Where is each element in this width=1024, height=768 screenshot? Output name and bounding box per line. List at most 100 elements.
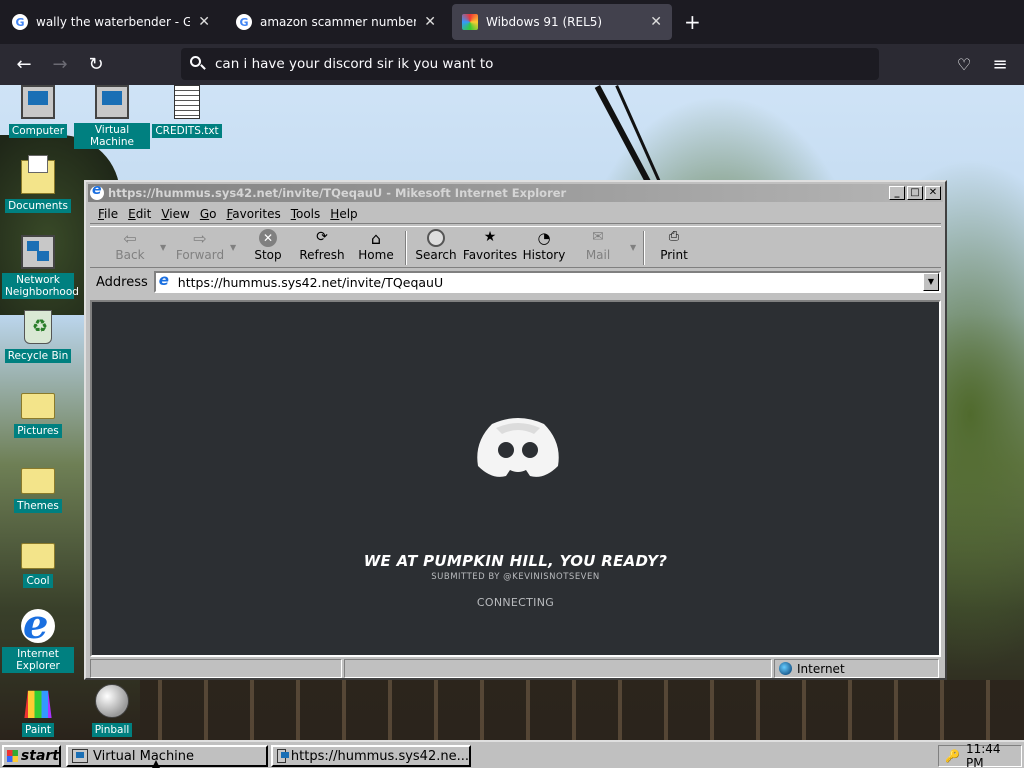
home-label: Home: [358, 248, 394, 262]
close-button[interactable]: ✕: [925, 186, 941, 200]
menu-icon[interactable]: ≡: [987, 52, 1013, 78]
connecting-status: CONNECTING: [476, 596, 555, 609]
desktop-icon-pictures[interactable]: Pictures: [0, 385, 76, 438]
key-icon: 🔑: [945, 749, 960, 763]
mail-button[interactable]: ✉ Mail: [568, 229, 628, 262]
desktop: Computer Virtual Machine CREDITS.txt Doc…: [0, 85, 1024, 740]
taskbar-item-ie[interactable]: https://hummus.sys42.ne...: [271, 745, 471, 767]
favorites-icon: ★: [483, 229, 497, 245]
zone-label: Internet: [797, 661, 845, 676]
new-tab-button[interactable]: +: [684, 10, 701, 34]
internet-explorer-icon: [277, 749, 289, 763]
home-icon: ⌂: [370, 229, 382, 248]
refresh-label: Refresh: [299, 248, 345, 262]
status-pane: [90, 659, 342, 678]
menu-favorites[interactable]: Favorites: [226, 207, 280, 221]
desktop-icon-virtual-machine[interactable]: Virtual Machine: [74, 85, 150, 149]
clock[interactable]: 11:44 PM: [966, 742, 1021, 768]
start-button[interactable]: start: [2, 745, 61, 767]
page-icon: [158, 271, 172, 289]
url-text: can i have your discord sir ik you want …: [215, 56, 494, 72]
desktop-icon-documents[interactable]: Documents: [0, 155, 76, 213]
close-tab-icon[interactable]: ✕: [424, 14, 436, 30]
desktop-icon-cool[interactable]: Cool: [0, 535, 76, 588]
network-icon: [21, 235, 55, 269]
internet-explorer-window: https://hummus.sys42.net/invite/TQeqauU …: [84, 180, 947, 680]
mail-icon: ✉: [592, 229, 604, 245]
back-dropdown-icon[interactable]: ▼: [160, 243, 166, 252]
icon-label: Recycle Bin: [4, 349, 72, 363]
menu-edit[interactable]: Edit: [128, 207, 151, 221]
address-input[interactable]: https://hummus.sys42.net/invite/TQeqauU …: [153, 271, 941, 293]
forward-button[interactable]: ⇨ Forward: [170, 229, 230, 262]
menu-view[interactable]: View: [161, 207, 189, 221]
desktop-icon-pinball[interactable]: Pinball: [74, 684, 150, 737]
tab-wally-search[interactable]: G wally the waterbender - Google ✕: [2, 4, 220, 40]
forward-label: Forward: [175, 248, 225, 262]
paint-icon: [24, 690, 52, 718]
back-button[interactable]: ⇦ Back: [100, 229, 160, 262]
virtual-machine-icon: [95, 85, 129, 119]
tab-title: amazon scammer numbers - Go: [260, 15, 417, 29]
folder-icon: [21, 393, 55, 419]
tab-title: Wibdows 91 (REL5): [486, 15, 603, 29]
google-icon: G: [12, 14, 28, 30]
menu-file[interactable]: File: [98, 207, 118, 221]
url-bar[interactable]: can i have your discord sir ik you want …: [181, 48, 879, 80]
icon-label: Virtual Machine: [74, 123, 150, 149]
window-titlebar[interactable]: https://hummus.sys42.net/invite/TQeqauU …: [88, 182, 943, 202]
refresh-button[interactable]: ⟳ Refresh: [292, 229, 352, 262]
forward-button[interactable]: →: [47, 52, 73, 78]
print-icon: ⎙: [668, 229, 680, 244]
globe-icon: [779, 662, 792, 675]
stop-button[interactable]: ✕ Stop: [238, 229, 298, 262]
desktop-icon-recycle-bin[interactable]: Recycle Bin: [0, 310, 76, 363]
desktop-icon-network[interactable]: Network Neighborhood: [0, 235, 79, 299]
search-button[interactable]: Search: [406, 229, 466, 262]
mail-dropdown-icon[interactable]: ▼: [630, 243, 636, 252]
status-zone: Internet: [774, 659, 939, 678]
desktop-icon-credits[interactable]: CREDITS.txt: [149, 85, 225, 138]
google-icon: G: [236, 14, 252, 30]
task-label: Virtual Machine: [93, 748, 195, 764]
mail-label: Mail: [585, 248, 611, 262]
close-tab-icon[interactable]: ✕: [198, 14, 210, 30]
forward-dropdown-icon[interactable]: ▼: [230, 243, 236, 252]
refresh-icon: ⟳: [316, 229, 328, 245]
browser-tab-bar: G wally the waterbender - Google ✕ G ama…: [0, 0, 1024, 44]
desktop-icon-internet-explorer[interactable]: Internet Explorer: [0, 601, 76, 673]
pocket-icon[interactable]: ♡: [951, 52, 977, 78]
history-button[interactable]: ◔ History: [514, 229, 574, 262]
internet-explorer-icon: [90, 182, 104, 200]
print-button[interactable]: ⎙ Print: [644, 229, 704, 262]
tab-wibdows[interactable]: Wibdows 91 (REL5) ✕: [452, 4, 672, 40]
icon-label: Paint: [22, 723, 54, 737]
desktop-icon-computer[interactable]: Computer: [0, 85, 76, 138]
windows-icon: [462, 14, 478, 30]
system-tray: 🔑 11:44 PM: [938, 742, 1022, 768]
page-content: WE AT PUMPKIN HILL, YOU READY? SUBMITTED…: [90, 300, 941, 657]
address-value: https://hummus.sys42.net/invite/TQeqauU: [177, 274, 444, 290]
maximize-button[interactable]: □: [907, 186, 923, 200]
menu-tools[interactable]: Tools: [291, 207, 321, 221]
recycle-bin-icon: [24, 310, 52, 344]
task-label: https://hummus.sys42.ne...: [290, 748, 469, 764]
window-title: https://hummus.sys42.net/invite/TQeqauU …: [108, 186, 567, 200]
status-bar: Internet: [90, 659, 941, 678]
menu-go[interactable]: Go: [200, 207, 217, 221]
desktop-icon-paint[interactable]: Paint: [0, 684, 76, 737]
forward-arrow-icon: ⇨: [193, 229, 207, 248]
back-button[interactable]: ←: [11, 52, 37, 78]
reload-button[interactable]: ↻: [83, 52, 109, 78]
favorites-button[interactable]: ★ Favorites: [460, 229, 520, 262]
taskbar-item-virtual-machine[interactable]: Virtual Machine: [66, 745, 268, 767]
minimize-button[interactable]: _: [889, 186, 905, 200]
history-label: History: [522, 248, 566, 262]
desktop-icon-themes[interactable]: Themes: [0, 460, 76, 513]
address-dropdown-icon[interactable]: ▼: [923, 273, 939, 291]
close-tab-icon[interactable]: ✕: [650, 14, 662, 30]
icon-label: Computer: [8, 124, 68, 138]
menu-help[interactable]: Help: [330, 207, 357, 221]
home-button[interactable]: ⌂ Home: [346, 229, 406, 262]
tab-amazon-search[interactable]: G amazon scammer numbers - Go ✕: [226, 4, 446, 40]
